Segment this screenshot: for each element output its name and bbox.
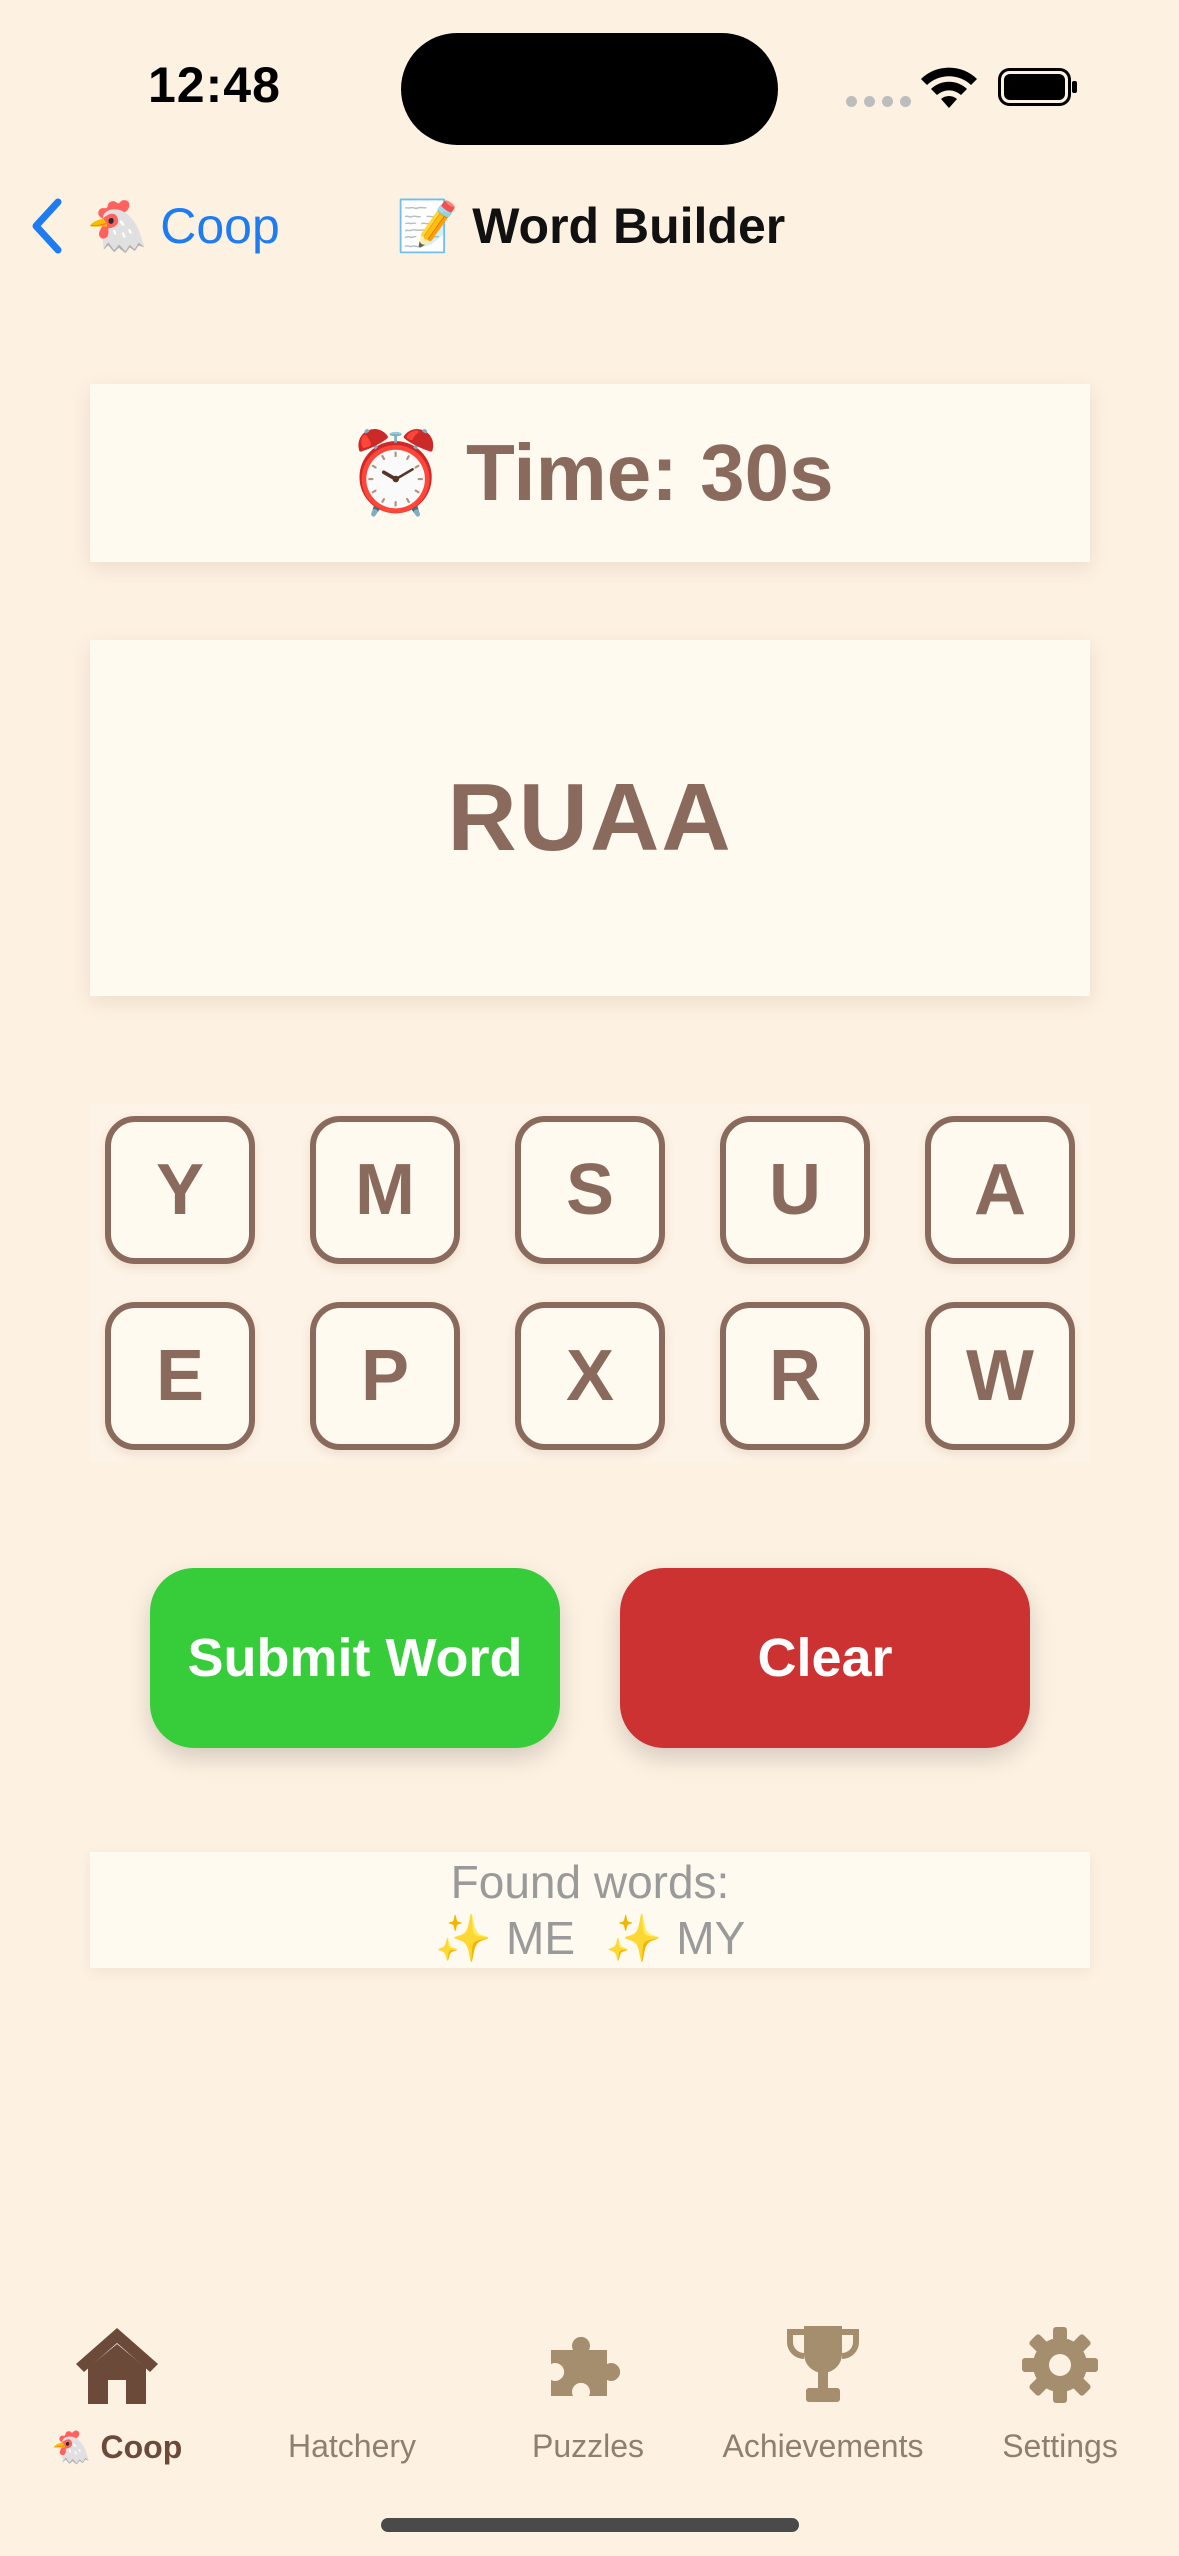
submit-word-button[interactable]: Submit Word xyxy=(150,1568,560,1748)
letter-tile[interactable]: X xyxy=(515,1302,665,1450)
page-title: 📝 Word Builder xyxy=(396,196,785,256)
letter-tile[interactable]: E xyxy=(105,1302,255,1450)
timer-card: ⏰ Time: 30s xyxy=(90,384,1090,562)
dynamic-island xyxy=(401,33,778,145)
letter-tile[interactable]: P xyxy=(310,1302,460,1450)
word-builder-screen: 12:48 🐔 Coop 📝 Word Builder ⏰ Time: 30s … xyxy=(0,0,1179,2556)
battery-icon xyxy=(998,68,1077,106)
tab-hatchery[interactable]: Hatchery xyxy=(272,2320,432,2465)
tab-coop-label: 🐔 Coop xyxy=(51,2428,183,2466)
letter-grid: Y M S U A E P X R W xyxy=(90,1104,1090,1462)
gear-icon xyxy=(1022,2327,1098,2403)
egg-icon xyxy=(307,2320,397,2410)
found-words-label: Found words: xyxy=(450,1856,730,1908)
letter-tile[interactable]: R xyxy=(720,1302,870,1450)
letter-tile[interactable]: Y xyxy=(105,1116,255,1264)
chevron-left-icon[interactable] xyxy=(26,196,66,256)
status-time: 12:48 xyxy=(148,57,281,113)
puzzle-icon xyxy=(551,2336,621,2396)
tab-hatchery-label: Hatchery xyxy=(287,2428,417,2464)
tab-achievements[interactable]: Achievements xyxy=(718,2320,928,2465)
sparkles-icon: ✨ xyxy=(605,1911,663,1965)
trophy-icon xyxy=(787,2326,859,2402)
tab-achievements-label: Achievements xyxy=(722,2428,924,2464)
letter-tile[interactable]: W xyxy=(925,1302,1075,1450)
alarm-clock-icon: ⏰ xyxy=(346,426,446,519)
wifi-icon xyxy=(921,67,977,108)
found-words-list: ✨ ME ✨ MY xyxy=(435,1910,746,1966)
tab-puzzles-label: Puzzles xyxy=(531,2428,645,2464)
letter-tile[interactable]: U xyxy=(720,1116,870,1264)
house-icon xyxy=(76,2328,158,2404)
found-word: ME xyxy=(506,1912,575,1964)
found-word-item: ✨ ME xyxy=(435,1910,575,1966)
found-words-card: Found words: ✨ ME ✨ MY xyxy=(90,1852,1090,1968)
timer-text: Time: 30s xyxy=(465,428,834,517)
found-word: MY xyxy=(676,1912,746,1964)
letter-tile[interactable]: A xyxy=(925,1116,1075,1264)
page-title-label: Word Builder xyxy=(472,198,786,254)
sparkles-icon: ✨ xyxy=(434,1911,492,1965)
tab-settings[interactable]: Settings xyxy=(988,2320,1132,2465)
home-indicator xyxy=(381,2518,799,2532)
cellular-signal-icon xyxy=(846,96,911,107)
chicken-icon: 🐔 xyxy=(51,2428,92,2466)
current-word: RUAA xyxy=(447,764,733,871)
tab-settings-label: Settings xyxy=(1002,2428,1118,2464)
current-word-card: RUAA xyxy=(90,640,1090,996)
clear-button[interactable]: Clear xyxy=(620,1568,1030,1748)
tab-coop[interactable]: 🐔 Coop xyxy=(52,2320,182,2466)
chicken-icon: 🐔 xyxy=(86,196,149,255)
found-word-item: ✨ MY xyxy=(605,1910,745,1966)
tab-puzzles[interactable]: Puzzles xyxy=(518,2320,658,2465)
letter-tile[interactable]: M xyxy=(310,1116,460,1264)
letter-tile[interactable]: S xyxy=(515,1116,665,1264)
back-button-label: Coop xyxy=(160,198,280,254)
memo-icon: 📝 xyxy=(396,196,459,255)
back-button[interactable]: 🐔 Coop xyxy=(86,196,280,256)
